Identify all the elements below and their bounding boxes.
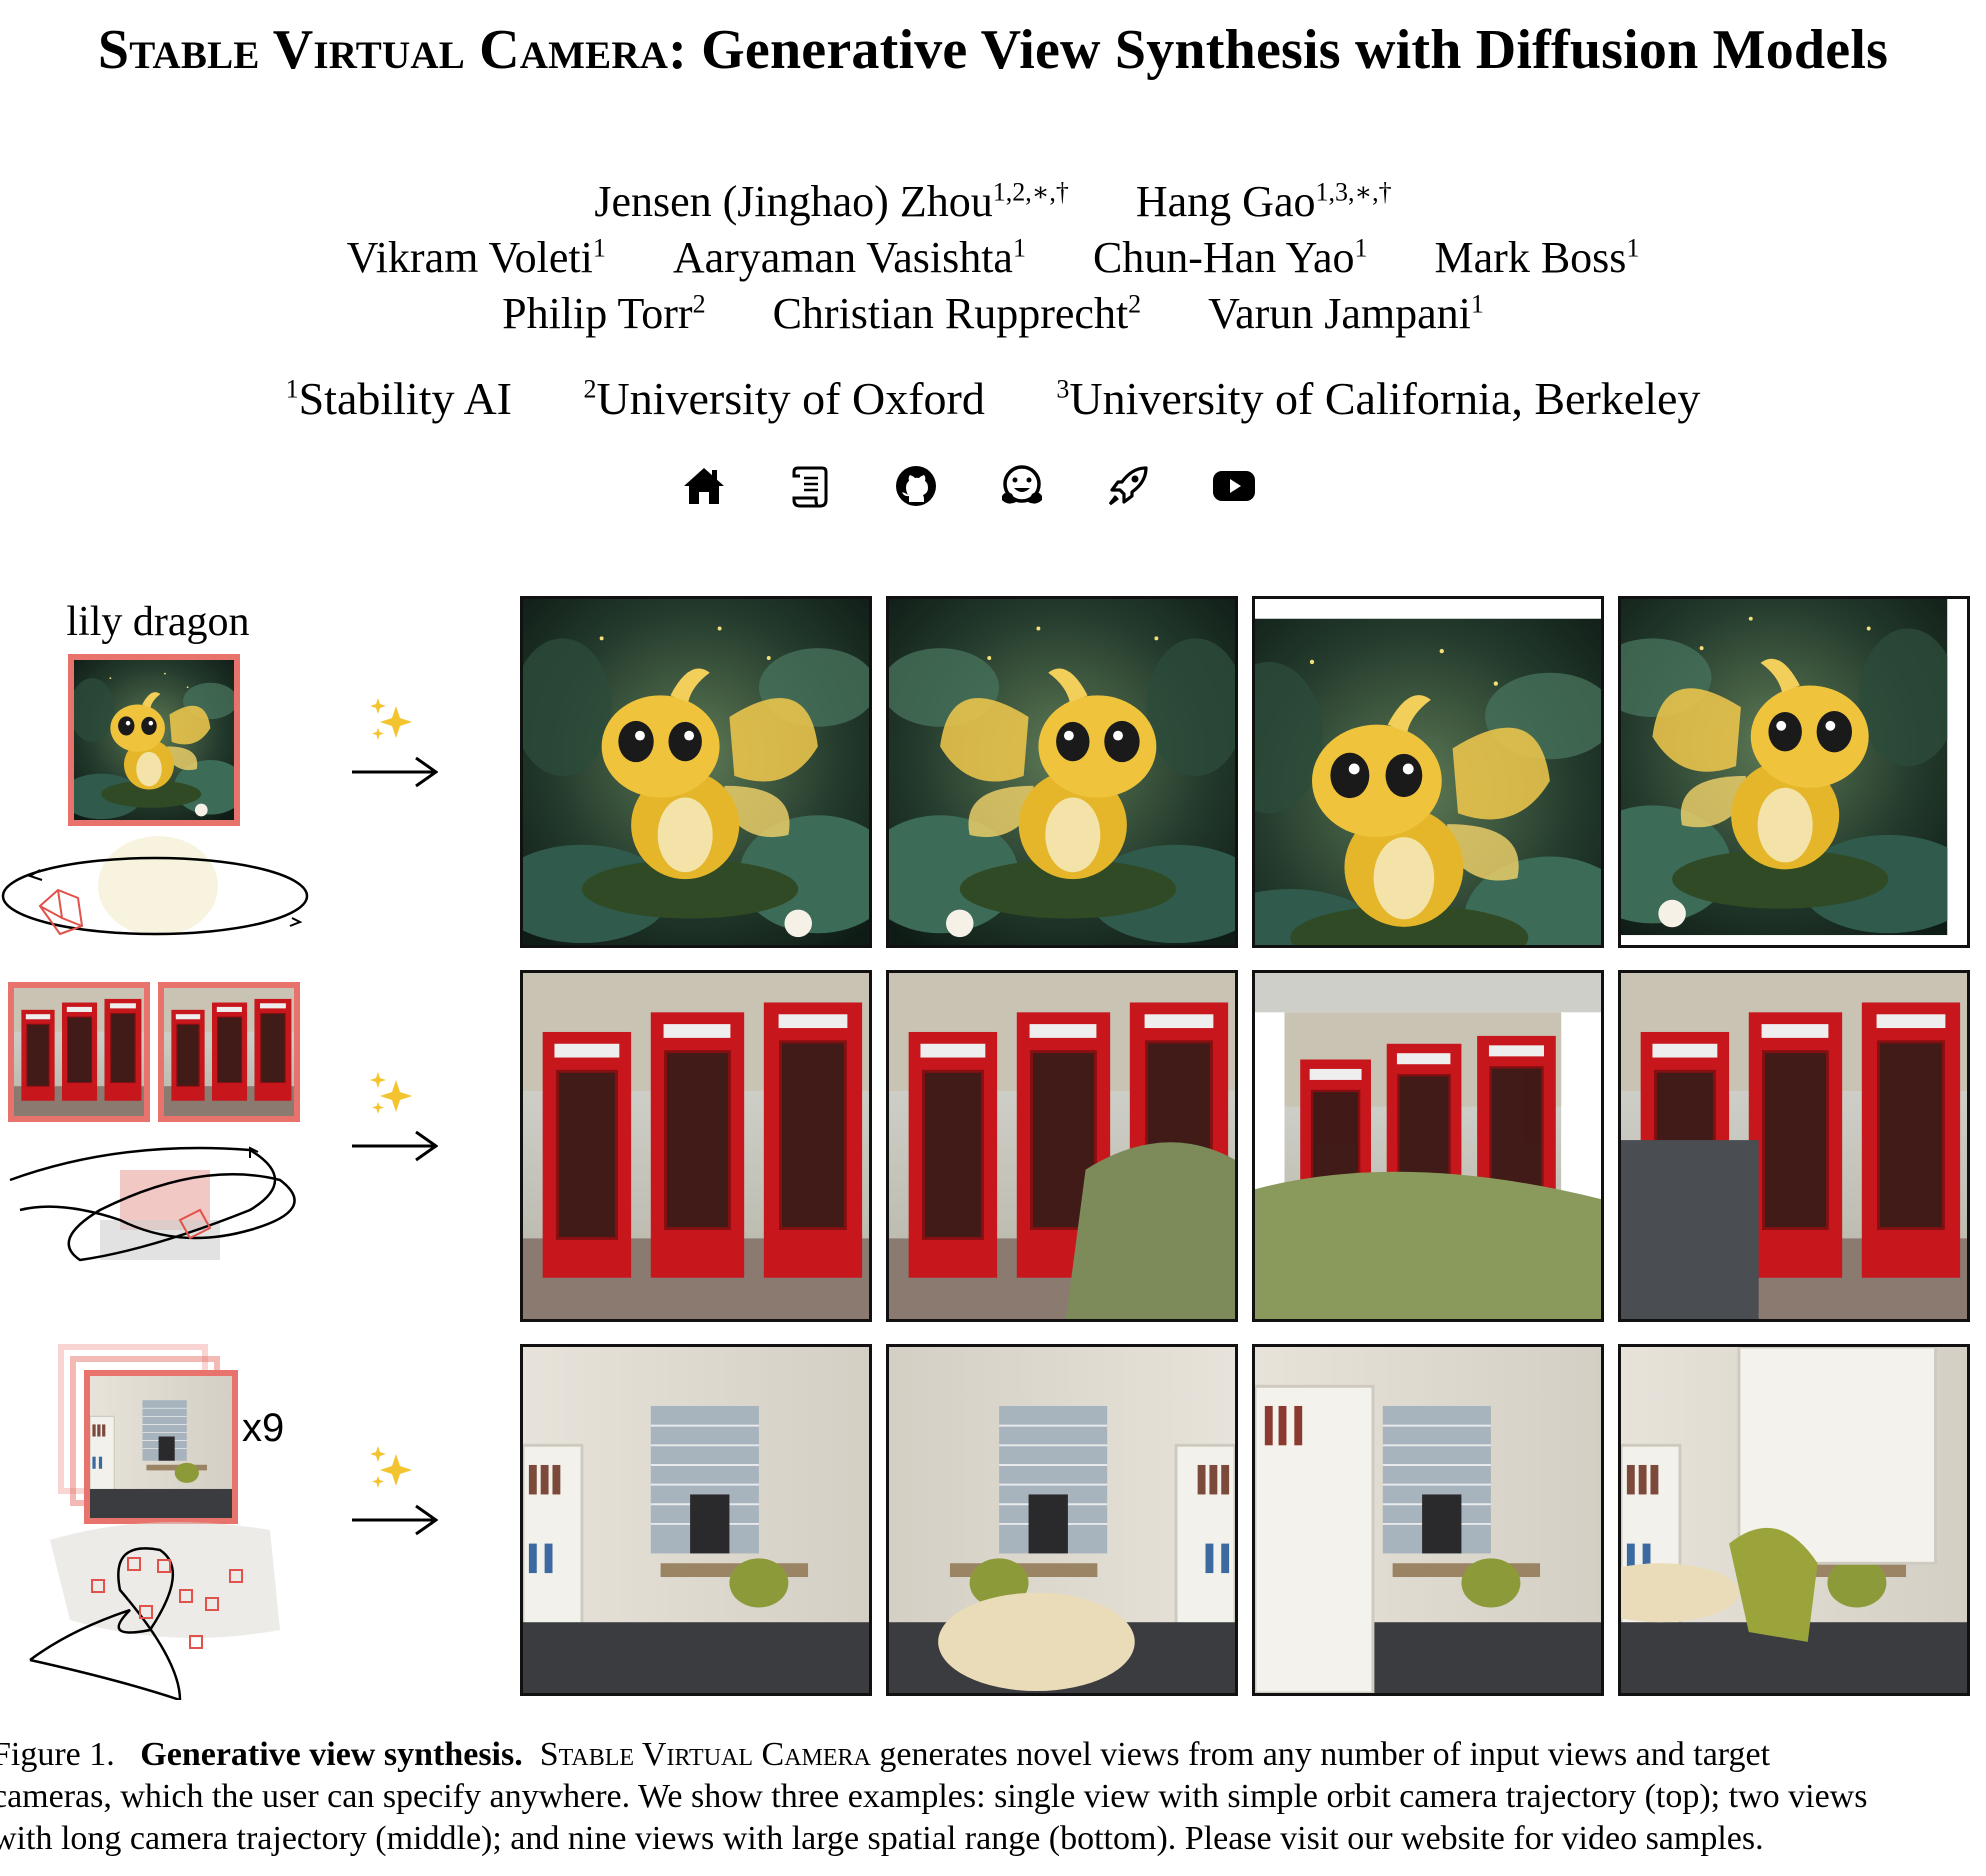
arrow-icon (352, 1504, 438, 1536)
caption-line-2: cameras, which the user can specify anyw… (0, 1778, 1868, 1815)
input-count: x9 (242, 1406, 285, 1450)
author: Chun-Han Yao1 (1092, 233, 1368, 282)
sparkles-icon (370, 698, 412, 740)
arrow-icon (352, 1130, 438, 1162)
author: Aaryaman Vasishta1 (672, 233, 1026, 282)
arrow-icon (352, 756, 438, 788)
sparkles-icon (370, 1072, 412, 1114)
github-icon[interactable] (892, 462, 940, 510)
generated-view-dragon-1 (520, 596, 872, 948)
sparkles-icon (370, 1446, 412, 1488)
generated-view-office-2 (886, 1344, 1238, 1696)
generated-view-booth-1 (520, 970, 872, 1322)
generated-view-dragon-4 (1618, 596, 1970, 948)
generated-view-dragon-3 (1252, 596, 1604, 948)
generated-view-booth-4 (1618, 970, 1970, 1322)
orbit-trajectory (1, 836, 309, 936)
input-view-booth-1 (8, 982, 150, 1122)
paper-scroll-icon[interactable] (786, 462, 834, 510)
home-icon[interactable] (680, 462, 728, 510)
author: Varun Jampani1 (1208, 289, 1484, 338)
project-links (680, 462, 1258, 510)
author: Hang Gao1,3,∗,† (1135, 177, 1392, 226)
generated-view-booth-3 (1252, 970, 1604, 1322)
input-view-dragon (68, 654, 240, 826)
method-name: Stable Virtual Camera (97, 19, 669, 81)
title-rest: : Generative View Synthesis with Diffusi… (668, 19, 1889, 81)
author-row-2: Vikram Voleti1 Aaryaman Vasishta1 Chun-H… (0, 232, 1986, 283)
huggingface-icon[interactable] (998, 462, 1046, 510)
author: Philip Torr2 (502, 289, 706, 338)
input-view-office (84, 1370, 238, 1524)
author: Vikram Voleti1 (346, 233, 606, 282)
paper-title: Stable Virtual Camera: Generative View S… (0, 18, 1986, 82)
affiliation: 3University of California, Berkeley (1056, 373, 1701, 424)
author: Christian Rupprecht2 (772, 289, 1142, 338)
generated-view-booth-2 (886, 970, 1238, 1322)
input-view-booth-2 (158, 982, 300, 1122)
generated-view-office-3 (1252, 1344, 1604, 1696)
spatial-trajectory (29, 1522, 280, 1700)
generated-view-office-1 (520, 1344, 872, 1696)
figure-caption: Figure 1. Generative view synthesis. Sta… (0, 1734, 1986, 1860)
affiliation: 2University of Oxford (583, 373, 985, 424)
author: Jensen (Jinghao) Zhou1,2,∗,† (594, 177, 1069, 226)
rocket-icon[interactable] (1104, 462, 1152, 510)
row1-label: lily dragon (66, 599, 250, 645)
author: Mark Boss1 (1434, 233, 1640, 282)
author-row-3: Philip Torr2 Christian Rupprecht2 Varun … (0, 288, 1986, 339)
author-row-1: Jensen (Jinghao) Zhou1,2,∗,† Hang Gao1,3… (0, 176, 1986, 227)
youtube-icon[interactable] (1210, 462, 1258, 510)
generated-view-dragon-2 (886, 596, 1238, 948)
generated-view-office-4 (1618, 1344, 1970, 1696)
caption-line-3: with long camera trajectory (middle); an… (0, 1820, 1764, 1857)
affiliation: 1Stability AI (285, 373, 512, 424)
long-trajectory (9, 1146, 296, 1262)
affiliations: 1Stability AI 2University of Oxford 3Uni… (0, 372, 1986, 425)
caption-line-1: Figure 1. Generative view synthesis. Sta… (0, 1736, 1771, 1773)
